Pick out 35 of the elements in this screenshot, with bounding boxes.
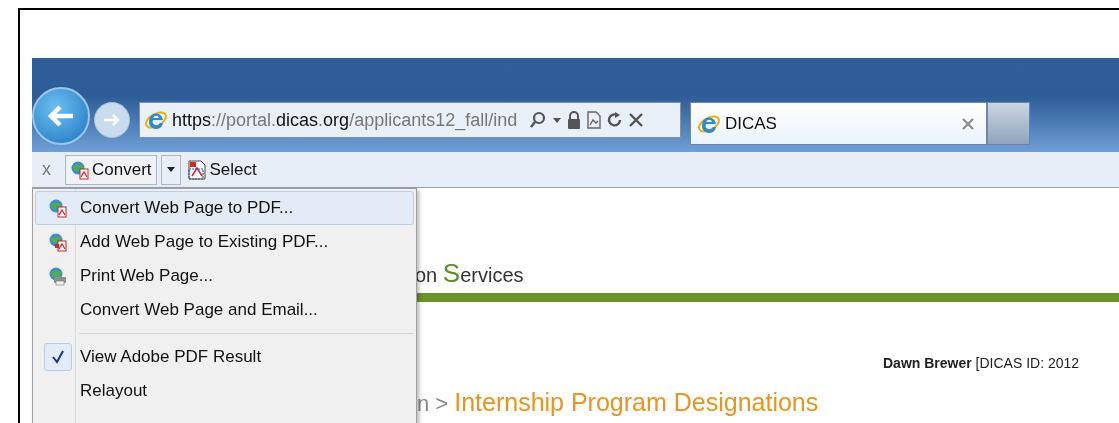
compatibility-icon[interactable] (587, 111, 602, 129)
page-heading: Internship Program Designations (454, 387, 819, 418)
menu-item[interactable]: Convert Web Page to PDF... (35, 191, 414, 225)
convert-dropdown-button[interactable] (160, 154, 181, 185)
dropdown-caret-icon[interactable] (553, 117, 562, 123)
convert-button[interactable]: Convert (65, 154, 157, 185)
close-toolbar-button[interactable]: x (42, 156, 51, 183)
refresh-icon[interactable] (607, 111, 624, 129)
menu-item[interactable]: Relayout (35, 374, 414, 408)
menu-item[interactable]: Add Web Page to Existing PDF... (35, 225, 414, 259)
convert-pdf-icon (48, 232, 68, 252)
tab-title: DICAS (725, 112, 777, 135)
close-icon[interactable] (962, 117, 974, 130)
menu-item[interactable]: View Adobe PDF Result (35, 340, 414, 374)
caret-icon (166, 167, 175, 172)
user-info: Dawn Brewer [DICAS ID: 2012 (883, 354, 1080, 373)
forward-arrow-icon (102, 112, 122, 128)
menu-item[interactable]: Print Web Page... (35, 259, 414, 293)
convert-pdf-icon (48, 198, 68, 218)
forward-button[interactable] (94, 102, 130, 138)
url-text: https://portal.dicas.org/applicants12_fall/ind (172, 108, 518, 133)
select-pdf-icon (186, 158, 207, 181)
breadcrumb-link[interactable]: n > (417, 387, 449, 420)
menu-item[interactable]: Convert Web Page and Email... (35, 293, 414, 327)
convert-pdf-icon (70, 159, 90, 180)
back-arrow-icon (47, 104, 75, 128)
address-bar[interactable]: https://portal.dicas.org/applicants12_fall/ind (139, 102, 681, 138)
browser-logo-icon (144, 108, 168, 132)
search-icon[interactable] (529, 111, 548, 129)
back-button[interactable] (32, 87, 90, 145)
close-icon[interactable] (629, 113, 644, 127)
lock-icon (567, 111, 582, 129)
select-button[interactable]: Select (184, 154, 259, 185)
browser-tab[interactable]: DICAS (690, 102, 987, 145)
print-icon (48, 266, 68, 286)
